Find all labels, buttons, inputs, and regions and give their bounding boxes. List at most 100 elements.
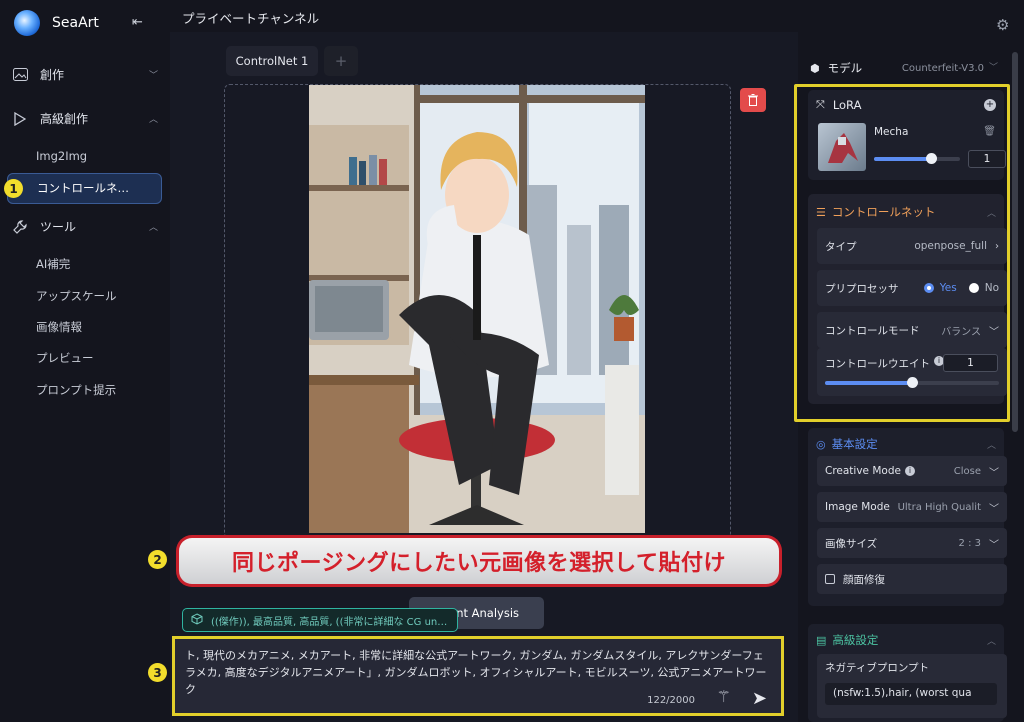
lora-thumbnail	[818, 123, 866, 171]
basic-settings-title: 基本設定	[831, 437, 878, 451]
instruction-banner: 同じポージングにしたい元画像を選択して貼付け	[176, 535, 782, 587]
slider-fill	[874, 157, 931, 161]
face-restore-checkbox[interactable]	[825, 574, 835, 584]
nav-group-label: ツール	[40, 220, 77, 234]
model-label: モデル	[827, 61, 863, 75]
control-weight-slider[interactable]	[825, 377, 999, 388]
sidebar-item-ai-complete[interactable]: AI補完	[36, 256, 70, 272]
panel-scrollbar[interactable]	[1012, 52, 1018, 432]
lora-name: Mecha	[874, 126, 909, 138]
creative-mode-value: Close	[953, 465, 981, 477]
tab-controlnet-1[interactable]: ControlNet 1	[226, 46, 318, 76]
image-mode-value: Ultra High Qualit	[897, 501, 981, 513]
image-size-value: 2 : 3	[958, 537, 981, 549]
nav-group-label: 創作	[40, 68, 65, 82]
control-weight-label: コントロールウエイト	[825, 358, 930, 370]
send-icon[interactable]: ➤	[752, 690, 767, 708]
chevron-up-icon[interactable]: ︿	[987, 634, 996, 647]
expand-icon: ⤧	[816, 98, 825, 111]
model-value: Counterfeit-V3.0	[901, 62, 984, 74]
sidebar-item-prompt-suggest[interactable]: プロンプト提示	[36, 382, 116, 398]
control-mode-row[interactable]: コントロールモード バランス ﹀	[817, 312, 1007, 348]
nav-group-create[interactable]: 創作 ﹀	[12, 66, 158, 83]
add-lora-button[interactable]: +	[984, 99, 996, 111]
add-tab-button[interactable]: +	[324, 46, 358, 76]
sidebar-item-controlnet[interactable]: コントロールネ…	[7, 173, 162, 204]
negative-prompt-row: ネガティブプロンプト (nsfw:1.5),hair, (worst qua	[817, 654, 1007, 718]
controlnet-type-row[interactable]: タイプ openpose_full ›	[817, 228, 1007, 264]
settings-panel: ⬢ モデル Counterfeit-V3.0 ﹀ ⤧ LoRA + Mecha …	[794, 32, 1024, 722]
prompt-text: ト, 現代のメカアニメ, メカアート, 非常に詳細な公式アートワーク, ガンダム…	[185, 649, 767, 696]
prompt-char-count: 122/2000	[647, 695, 695, 706]
logo[interactable]: SeaArt	[14, 10, 99, 36]
radio-yes-label: Yes	[939, 282, 957, 294]
chevron-down-icon: ﹀	[989, 326, 999, 338]
lora-weight-input[interactable]: 1	[968, 150, 1006, 168]
control-weight-row: コントロールウエイト i 1	[817, 348, 1007, 396]
image-mode-label: Image Mode	[825, 501, 890, 513]
sidebar-item-image-info[interactable]: 画像情報	[36, 319, 82, 335]
face-restore-label: 顔面修復	[843, 573, 885, 586]
chevron-up-icon: ︿	[148, 115, 158, 125]
slider-fill	[825, 381, 912, 385]
chevron-down-icon: ﹀	[989, 539, 999, 551]
chevron-right-icon: ›	[995, 240, 999, 252]
preprocessor-label: プリプロセッサ	[825, 282, 899, 295]
page-title: プライベートチャンネル	[182, 11, 320, 26]
sidebar: SeaArt ⇤ 創作 ﹀ 高級創作 ︿ Img2Img コントロールネ… ツー…	[0, 0, 170, 722]
controlnet-card: ☰ コントロールネット ︿ タイプ openpose_full › プリプロセッ…	[808, 194, 1007, 404]
sidebar-item-img2img[interactable]: Img2Img	[36, 149, 87, 163]
lora-card: ⤧ LoRA + Mecha 🗑 1	[808, 90, 1006, 180]
chevron-down-icon: ﹀	[988, 63, 998, 73]
chevron-down-icon: ﹀	[989, 503, 999, 515]
controlnet-title: コントロールネット	[831, 205, 936, 219]
chip-text: ((傑作)), 最高品質, 高品質, ((非常に詳細な CG un…	[211, 616, 448, 628]
image-size-row[interactable]: 画像サイズ 2 : 3 ﹀	[817, 528, 1007, 558]
lora-title: LoRA	[832, 98, 862, 112]
slider-handle[interactable]	[907, 377, 918, 388]
control-mode-value: バランス	[941, 326, 981, 338]
trash-icon	[748, 94, 758, 106]
advanced-settings-title: 高級設定	[832, 633, 879, 647]
wrench-icon	[12, 219, 28, 235]
image-icon	[12, 67, 28, 83]
delete-image-button[interactable]	[740, 88, 766, 112]
sidebar-item-upscale[interactable]: アップスケール	[36, 288, 117, 304]
type-value: openpose_full	[914, 240, 987, 252]
model-selector[interactable]: ⬢ モデル Counterfeit-V3.0 ﹀	[808, 52, 1004, 82]
prompt-suggestion-chip[interactable]: ((傑作)), 最高品質, 高品質, ((非常に詳細な CG un…	[182, 608, 458, 632]
radio-yes[interactable]	[923, 283, 934, 293]
prompt-input[interactable]: ト, 現代のメカアニメ, メカアート, 非常に詳細な公式アートワーク, ガンダム…	[172, 636, 784, 716]
radio-no-label: No	[984, 282, 999, 294]
face-restore-row[interactable]: 顔面修復	[817, 564, 1007, 594]
creative-mode-label: Creative Mode	[825, 465, 901, 477]
sidebar-item-preview[interactable]: プレビュー	[36, 350, 94, 366]
app-root: SeaArt ⇤ 創作 ﹀ 高級創作 ︿ Img2Img コントロールネ… ツー…	[0, 0, 1024, 722]
main-area: ControlNet 1 + Agent Analysis 同じポージングにした…	[148, 32, 798, 722]
type-label: タイプ	[825, 240, 857, 253]
radio-no[interactable]	[968, 283, 979, 293]
basic-settings-card: ◎ 基本設定 ︿ Creative Mode i Close ﹀ Image M…	[808, 428, 1007, 606]
step-badge-3: 3	[148, 663, 167, 682]
negative-prompt-input[interactable]: (nsfw:1.5),hair, (worst qua	[825, 683, 997, 705]
nav-group-advanced[interactable]: 高級創作 ︿	[12, 110, 158, 127]
chevron-up-icon: ︿	[148, 223, 158, 233]
advanced-settings-card: ▤ 高級設定 ︿ ネガティブプロンプト (nsfw:1.5),hair, (wo…	[808, 624, 1007, 722]
image-mode-row[interactable]: Image Mode Ultra High Qualit ﹀	[817, 492, 1007, 522]
creative-mode-row[interactable]: Creative Mode i Close ﹀	[817, 456, 1007, 486]
nav-group-tools[interactable]: ツール ︿	[12, 218, 158, 235]
chevron-up-icon[interactable]: ︿	[987, 438, 996, 451]
slider-handle[interactable]	[925, 153, 937, 164]
cube-icon	[191, 612, 203, 628]
control-weight-input[interactable]: 1	[943, 354, 998, 372]
chevron-down-icon: ﹀	[148, 71, 158, 81]
info-icon: i	[904, 466, 915, 476]
collapse-sidebar-icon[interactable]: ⇤	[132, 15, 143, 30]
trash-icon[interactable]: 🗑	[983, 126, 996, 137]
step-badge-1: 1	[4, 179, 23, 198]
negative-prompt-label: ネガティブプロンプト	[825, 662, 930, 674]
magic-wand-icon[interactable]: ⚚	[717, 688, 731, 705]
chevron-up-icon[interactable]: ︿	[987, 206, 996, 219]
lora-weight-slider[interactable]	[874, 153, 960, 164]
step-badge-2: 2	[148, 550, 167, 569]
